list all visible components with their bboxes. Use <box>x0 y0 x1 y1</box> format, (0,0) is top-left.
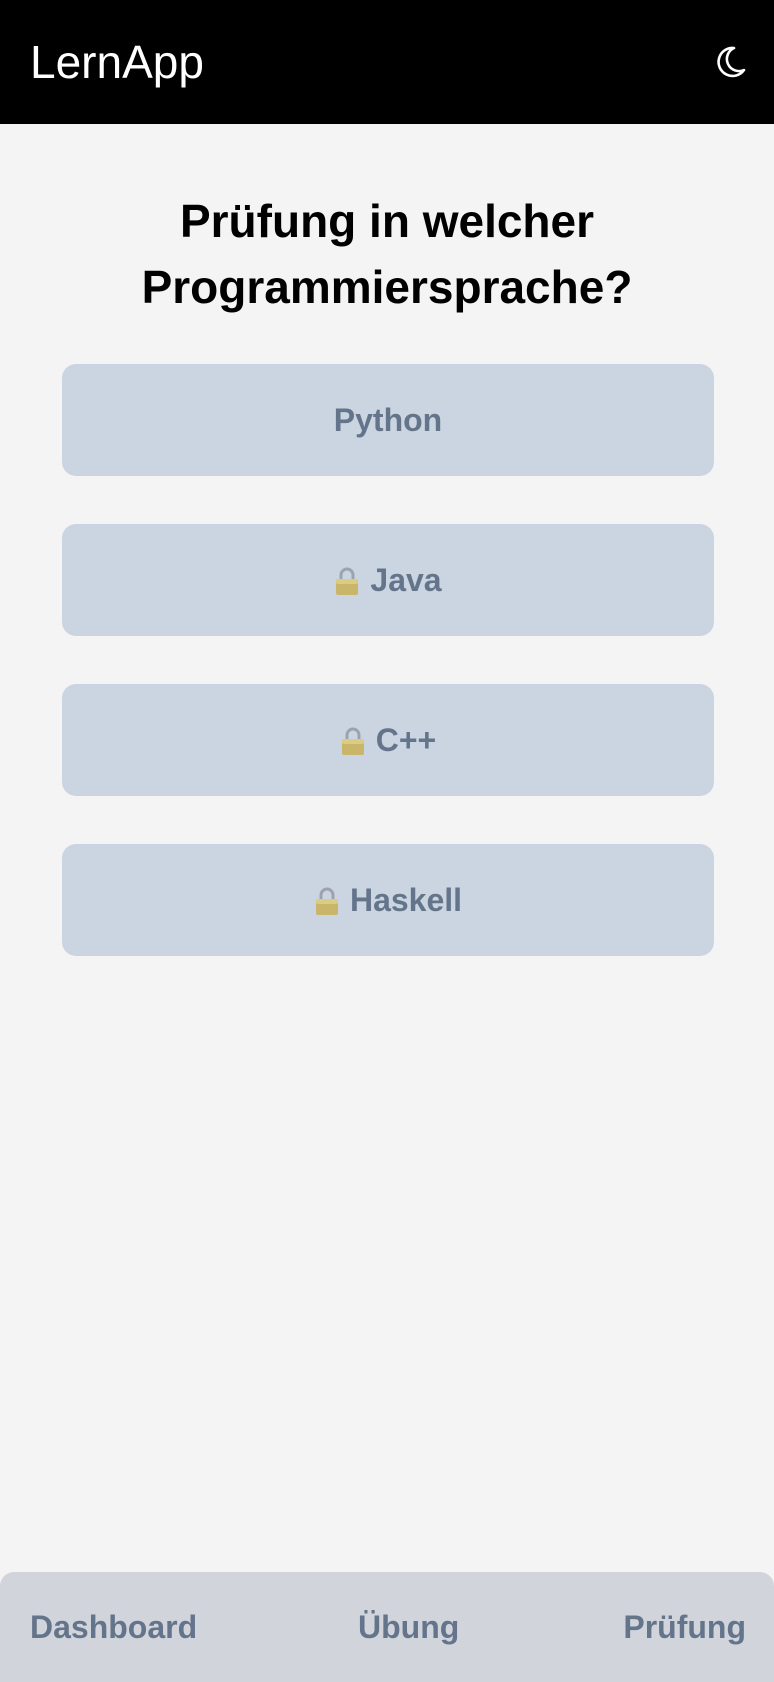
language-button-cpp[interactable]: C++ <box>62 684 714 796</box>
language-label: Python <box>333 401 443 438</box>
lock-icon <box>340 726 366 756</box>
language-label: C++ <box>375 721 437 758</box>
language-list: Python Java C++ Haskell <box>62 364 714 1004</box>
language-label: Java <box>370 561 442 598</box>
language-label: Haskell <box>349 881 463 918</box>
lock-icon <box>314 886 340 916</box>
language-button-java[interactable]: Java <box>62 524 714 636</box>
language-button-haskell[interactable]: Haskell <box>62 844 714 956</box>
language-button-python[interactable]: Python <box>62 364 714 476</box>
lock-icon <box>334 566 360 596</box>
app-title: LernApp <box>30 36 204 88</box>
nav-item-dashboard[interactable]: Dashboard <box>30 1572 197 1682</box>
moon-icon[interactable] <box>712 44 748 80</box>
nav-item-pruefung[interactable]: Prüfung <box>623 1572 746 1682</box>
nav-item-uebung[interactable]: Übung <box>358 1572 459 1682</box>
bottom-nav: Dashboard Übung Prüfung <box>0 1572 774 1682</box>
app-header: LernApp <box>0 0 774 124</box>
page-title: Prüfung in welcher Programmiersprache? <box>141 195 633 313</box>
